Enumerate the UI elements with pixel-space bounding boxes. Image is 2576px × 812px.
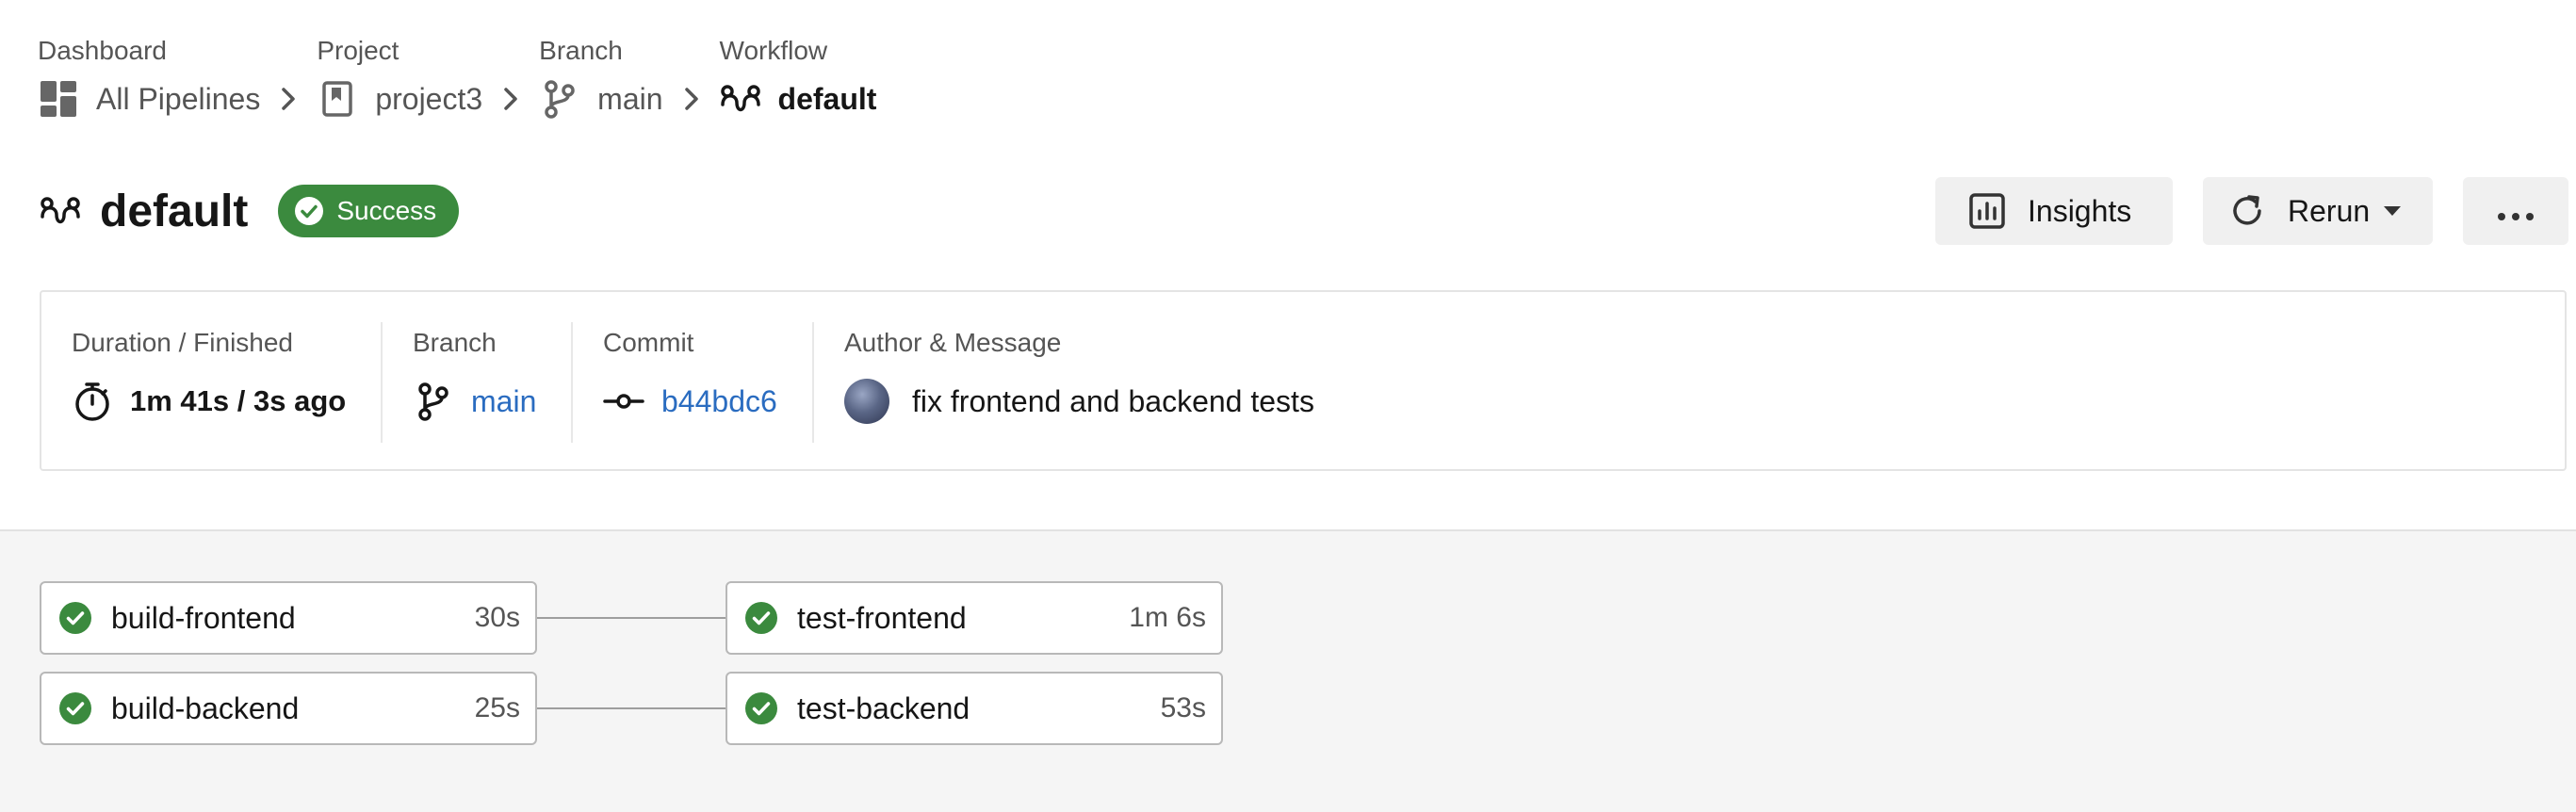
dashboard-icon bbox=[38, 78, 79, 120]
timer-icon bbox=[72, 381, 113, 422]
caret-down-icon bbox=[2383, 205, 2402, 217]
breadcrumb-category: Workflow bbox=[719, 36, 828, 65]
more-horizontal-icon bbox=[2497, 194, 2535, 229]
branch-value-row: main bbox=[413, 379, 536, 424]
bar-chart-icon bbox=[1967, 191, 2007, 231]
breadcrumb-link-project[interactable]: project3 bbox=[317, 70, 482, 128]
breadcrumb-label: main bbox=[597, 81, 663, 116]
breadcrumb-category: Branch bbox=[539, 36, 623, 65]
commit-value-row: b44bdc6 bbox=[603, 379, 777, 424]
breadcrumb-category: Project bbox=[317, 36, 399, 65]
divider bbox=[571, 322, 573, 443]
job-name: test-frontend bbox=[797, 600, 967, 635]
author-label: Author & Message bbox=[844, 328, 1062, 357]
pipeline-page: Dashboard All Pipelines Project project3 bbox=[0, 0, 2576, 812]
check-circle-icon bbox=[58, 601, 92, 635]
branch-icon bbox=[413, 381, 454, 422]
breadcrumb-label: project3 bbox=[375, 81, 483, 116]
project-bookmark-icon bbox=[317, 78, 358, 120]
breadcrumb: Dashboard All Pipelines Project project3 bbox=[38, 32, 876, 128]
job-build-backend[interactable]: build-backend 25s bbox=[40, 672, 537, 745]
branch-link[interactable]: main bbox=[471, 384, 536, 419]
breadcrumb-label: default bbox=[777, 81, 877, 116]
breadcrumb-link-branch[interactable]: main bbox=[539, 70, 663, 128]
workflow-icon bbox=[720, 78, 761, 120]
divider bbox=[812, 322, 814, 443]
duration-label: Duration / Finished bbox=[72, 328, 294, 357]
workflow-graph: build-frontend 30s build-backend 25s tes… bbox=[0, 529, 2576, 812]
job-name: test-backend bbox=[797, 690, 970, 725]
header-actions: Insights Rerun bbox=[0, 177, 2576, 245]
insights-label: Insights bbox=[2028, 193, 2132, 228]
commit-link[interactable]: b44bdc6 bbox=[661, 384, 777, 419]
job-duration: 53s bbox=[1160, 692, 1206, 723]
job-duration: 1m 6s bbox=[1129, 602, 1206, 633]
commit-label: Commit bbox=[603, 328, 694, 357]
branch-icon bbox=[539, 78, 580, 120]
duration-value-row: 1m 41s / 3s ago bbox=[72, 379, 346, 424]
chevron-right-icon bbox=[260, 70, 317, 128]
job-build-frontend[interactable]: build-frontend 30s bbox=[40, 581, 537, 655]
commit-message: fix frontend and backend tests bbox=[912, 383, 1314, 418]
check-circle-icon bbox=[744, 601, 778, 635]
rerun-button[interactable]: Rerun bbox=[2203, 177, 2433, 245]
branch-label: Branch bbox=[413, 328, 497, 357]
job-name: build-frontend bbox=[111, 600, 296, 635]
breadcrumb-link-all-pipelines[interactable]: All Pipelines bbox=[38, 70, 260, 128]
run-summary-card: Duration / Finished 1m 41s / 3s ago Bran… bbox=[40, 290, 2567, 471]
chevron-right-icon bbox=[663, 70, 720, 128]
job-name: build-backend bbox=[111, 690, 300, 725]
breadcrumb-project: Project project3 bbox=[317, 32, 482, 128]
author-value-row: fix frontend and backend tests bbox=[844, 379, 1314, 424]
more-options-button[interactable] bbox=[2463, 177, 2568, 245]
avatar[interactable] bbox=[844, 379, 889, 424]
job-duration: 30s bbox=[474, 602, 520, 633]
connector-line bbox=[537, 617, 726, 619]
insights-button[interactable]: Insights bbox=[1935, 177, 2173, 245]
chevron-right-icon bbox=[482, 70, 539, 128]
job-test-frontend[interactable]: test-frontend 1m 6s bbox=[726, 581, 1223, 655]
breadcrumb-current-workflow: default bbox=[720, 70, 877, 128]
breadcrumb-label: All Pipelines bbox=[96, 81, 261, 116]
check-circle-icon bbox=[58, 691, 92, 725]
connector-line bbox=[537, 707, 726, 709]
commit-icon bbox=[603, 381, 644, 422]
breadcrumb-branch: Branch main bbox=[539, 32, 663, 128]
job-test-backend[interactable]: test-backend 53s bbox=[726, 672, 1223, 745]
check-circle-icon bbox=[744, 691, 778, 725]
job-duration: 25s bbox=[474, 692, 520, 723]
duration-value: 1m 41s / 3s ago bbox=[130, 384, 347, 417]
breadcrumb-category: Dashboard bbox=[38, 36, 167, 65]
rerun-label: Rerun bbox=[2288, 193, 2371, 228]
breadcrumb-workflow: Workflow default bbox=[720, 32, 877, 128]
breadcrumb-dashboard: Dashboard All Pipelines bbox=[38, 32, 260, 128]
divider bbox=[381, 322, 383, 443]
refresh-icon bbox=[2227, 191, 2267, 231]
